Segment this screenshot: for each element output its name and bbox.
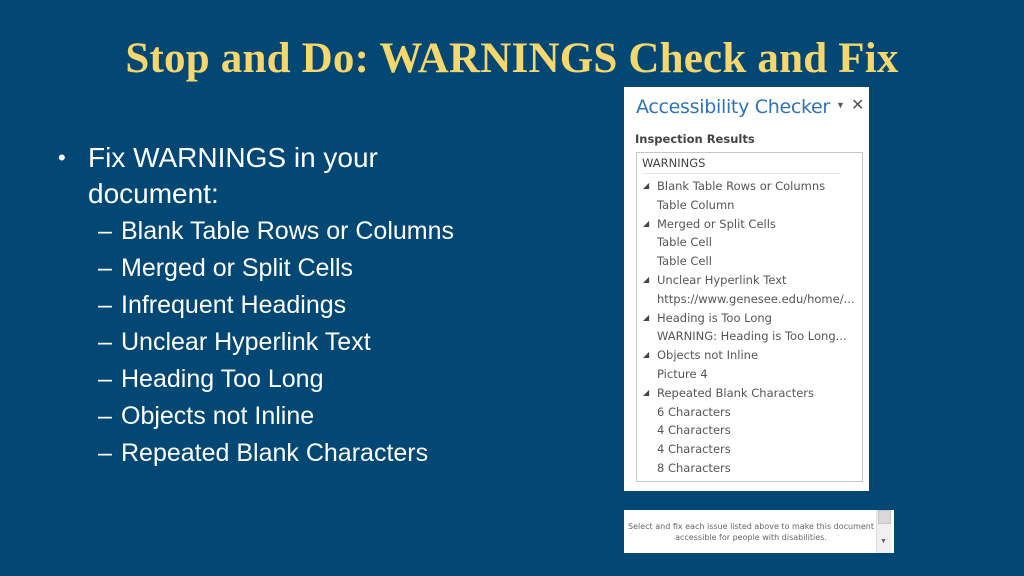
sub-bullet-marker: – (98, 291, 112, 319)
sub-bullet-item: – Infrequent Headings (58, 287, 498, 324)
warning-category[interactable]: ◢ Repeated Blank Characters (637, 384, 862, 403)
expand-collapse-icon[interactable]: ◢ (643, 271, 649, 290)
divider (642, 173, 840, 174)
expand-collapse-icon[interactable]: ◢ (643, 177, 649, 196)
pane-options-dropdown-icon[interactable]: ▼ (836, 100, 845, 110)
bullet-list: • Fix WARNINGS in your document: – Blank … (58, 140, 498, 472)
sub-bullet-text: Infrequent Headings (121, 291, 347, 319)
warning-category[interactable]: ◢ Unclear Hyperlink Text (637, 271, 862, 290)
warning-item[interactable]: Table Cell (637, 252, 862, 271)
sub-bullet-item: – Repeated Blank Characters (58, 435, 498, 472)
sub-bullet-marker: – (98, 328, 112, 356)
slide-title: Stop and Do: WARNINGS Check and Fix (125, 35, 899, 82)
additional-info-pane: Select and fix each issue listed above t… (624, 510, 894, 553)
warnings-group-header[interactable]: WARNINGS (642, 156, 705, 170)
warning-item[interactable]: Picture 4 (637, 365, 862, 384)
bullet-main-text: Fix WARNINGS in your document: (88, 142, 378, 209)
scroll-down-icon[interactable]: ▼ (880, 538, 887, 545)
warning-item[interactable]: 8 Characters (637, 459, 862, 478)
sub-bullet-item: – Objects not Inline (58, 398, 498, 435)
warning-item[interactable]: 6 Characters (637, 403, 862, 422)
warning-item[interactable]: WARNING: Heading is Too Long... (637, 327, 862, 346)
close-icon[interactable]: ✕ (851, 95, 864, 114)
warning-category[interactable]: ◢ Merged or Split Cells (637, 215, 862, 234)
sub-bullet-marker: – (98, 217, 112, 245)
warning-category-label: Blank Table Rows or Columns (657, 179, 826, 193)
sub-bullet-item: – Merged or Split Cells (58, 250, 498, 287)
scrollbar-thumb[interactable] (878, 510, 891, 524)
pane-title: Accessibility Checker (636, 96, 830, 118)
bullet-marker: • (58, 145, 66, 170)
warning-category-label: Objects not Inline (657, 348, 759, 363)
warning-category-label: Repeated Blank Characters (657, 385, 815, 400)
sub-bullet-marker: – (98, 402, 112, 430)
sub-bullet-item: – Heading Too Long (58, 361, 498, 398)
warning-category-label: Unclear Hyperlink Text (657, 272, 787, 287)
inspection-results-label: Inspection Results (635, 132, 755, 146)
sub-bullet-list: – Blank Table Rows or Columns – Merged or S… (58, 213, 498, 472)
sub-bullet-text: Merged or Split Cells (121, 254, 354, 282)
warning-item[interactable]: Table Column (637, 196, 862, 215)
sub-bullet-text: Heading Too Long (121, 365, 324, 393)
warning-item[interactable]: Table Cell (637, 233, 862, 252)
bullet-main: • Fix WARNINGS in your document: (58, 140, 498, 212)
sub-bullet-marker: – (98, 254, 112, 282)
scrollbar[interactable]: ▼ (876, 510, 891, 553)
sub-bullet-item: – Blank Table Rows or Columns (58, 213, 498, 250)
sub-bullet-text: Objects not Inline (121, 402, 315, 430)
results-list: ◢ Blank Table Rows or Columns Table Column… (637, 177, 862, 478)
help-text: Select and fix each issue listed above t… (628, 522, 875, 542)
inspection-results-tree[interactable]: WARNINGS ◢ Blank Table Rows or Columns Tab… (636, 152, 863, 482)
sub-bullet-marker: – (98, 365, 112, 393)
sub-bullet-text: Unclear Hyperlink Text (121, 328, 371, 356)
sub-bullet-text: Blank Table Rows or Columns (121, 217, 455, 245)
warning-category[interactable]: ◢ Objects not Inline (637, 346, 862, 365)
sub-bullet-marker: – (98, 439, 112, 467)
warning-category-label: Merged or Split Cells (657, 216, 776, 231)
sub-bullet-text: Repeated Blank Characters (121, 439, 429, 467)
expand-collapse-icon[interactable]: ◢ (643, 346, 649, 365)
sub-bullet-item: – Unclear Hyperlink Text (58, 324, 498, 361)
expand-collapse-icon[interactable]: ◢ (643, 215, 649, 234)
warning-category-label: Heading is Too Long (657, 310, 772, 325)
expand-collapse-icon[interactable]: ◢ (643, 384, 649, 403)
warning-category[interactable]: ◢ Heading is Too Long (637, 309, 862, 328)
warning-item[interactable]: https://www.genesee.edu/home/... (637, 290, 862, 309)
expand-collapse-icon[interactable]: ◢ (643, 309, 649, 328)
warning-item[interactable]: 4 Characters (637, 421, 862, 440)
warning-category[interactable]: ◢ Blank Table Rows or Columns (637, 177, 862, 196)
warning-item[interactable]: 4 Characters (637, 440, 862, 459)
accessibility-checker-pane: Accessibility Checker ▼ ✕ Inspection Res… (624, 87, 869, 491)
